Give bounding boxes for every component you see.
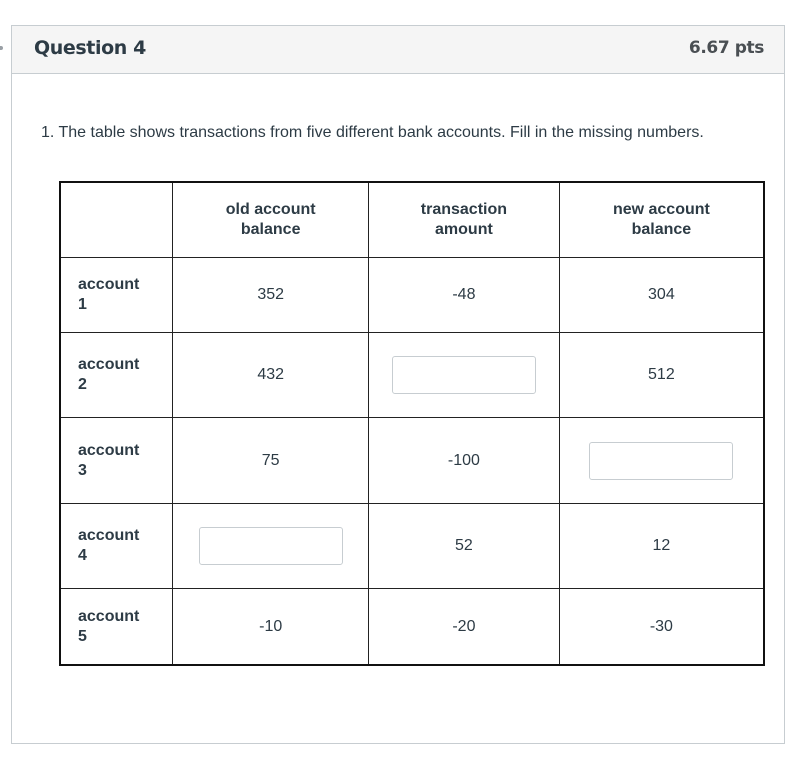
header-transaction: transaction amount (368, 181, 560, 258)
header-new-balance-label: new account balance (612, 201, 710, 238)
header-transaction-label: transaction amount (420, 201, 508, 238)
old-balance-cell: 75 (172, 417, 370, 504)
row-label-number: 5 (78, 627, 87, 645)
row-label-number: 3 (78, 461, 87, 479)
old-balance-cell (172, 503, 370, 589)
edge-marker (0, 46, 3, 50)
transaction-cell: -100 (368, 417, 560, 504)
table-row: account 3 75 -100 (59, 417, 765, 504)
header-new-balance: new account balance (558, 181, 765, 258)
transaction-cell (368, 332, 560, 418)
transaction-cell: 52 (368, 503, 560, 589)
transaction-cell: -48 (368, 257, 560, 333)
row-label: account 1 (59, 257, 174, 333)
old-balance-answer-input[interactable] (198, 527, 343, 565)
new-balance-answer-input[interactable] (589, 441, 734, 480)
table-row: account 5 -10 -20 -30 (59, 588, 765, 666)
header-old-balance-label: old account balance (225, 201, 316, 238)
row-label: account 2 (59, 332, 174, 418)
row-label-text: account (78, 356, 140, 373)
table-header-row: old account balance transaction amount n… (59, 181, 765, 258)
question-points: 6.67 pts (688, 38, 764, 58)
row-label: account 3 (59, 417, 174, 504)
question-title: Question 4 (34, 37, 146, 59)
row-label-text: account (78, 607, 140, 625)
row-label: account 4 (59, 503, 174, 589)
new-balance-cell: -30 (558, 588, 765, 666)
row-label-number: 4 (78, 547, 87, 564)
transaction-answer-input[interactable] (391, 356, 536, 394)
question-prompt: 1. The table shows transactions from fiv… (41, 124, 704, 141)
row-label-text: account (78, 441, 140, 459)
row-label-number: 2 (78, 376, 87, 393)
new-balance-cell: 12 (558, 503, 765, 589)
question-header: Question 4 6.67 pts (12, 26, 784, 74)
table-row: account 4 52 12 (59, 503, 765, 589)
old-balance-cell: 352 (172, 257, 370, 333)
new-balance-cell (558, 417, 765, 504)
transaction-cell: -20 (368, 588, 560, 666)
header-old-balance: old account balance (172, 181, 370, 258)
row-label: account 5 (59, 588, 174, 666)
table-row: account 2 432 512 (59, 332, 765, 418)
question-card: Question 4 6.67 pts 1. The table shows t… (11, 25, 785, 744)
row-label-number: 1 (78, 296, 87, 313)
row-label-text: account (78, 276, 140, 293)
new-balance-cell: 304 (558, 257, 765, 333)
header-empty (59, 181, 174, 258)
row-label-text: account (78, 527, 140, 544)
table-row: account 1 352 -48 304 (59, 257, 765, 333)
old-balance-cell: 432 (172, 332, 370, 418)
old-balance-cell: -10 (172, 588, 370, 666)
transactions-table: old account balance transaction amount n… (59, 181, 765, 666)
new-balance-cell: 512 (558, 332, 765, 418)
